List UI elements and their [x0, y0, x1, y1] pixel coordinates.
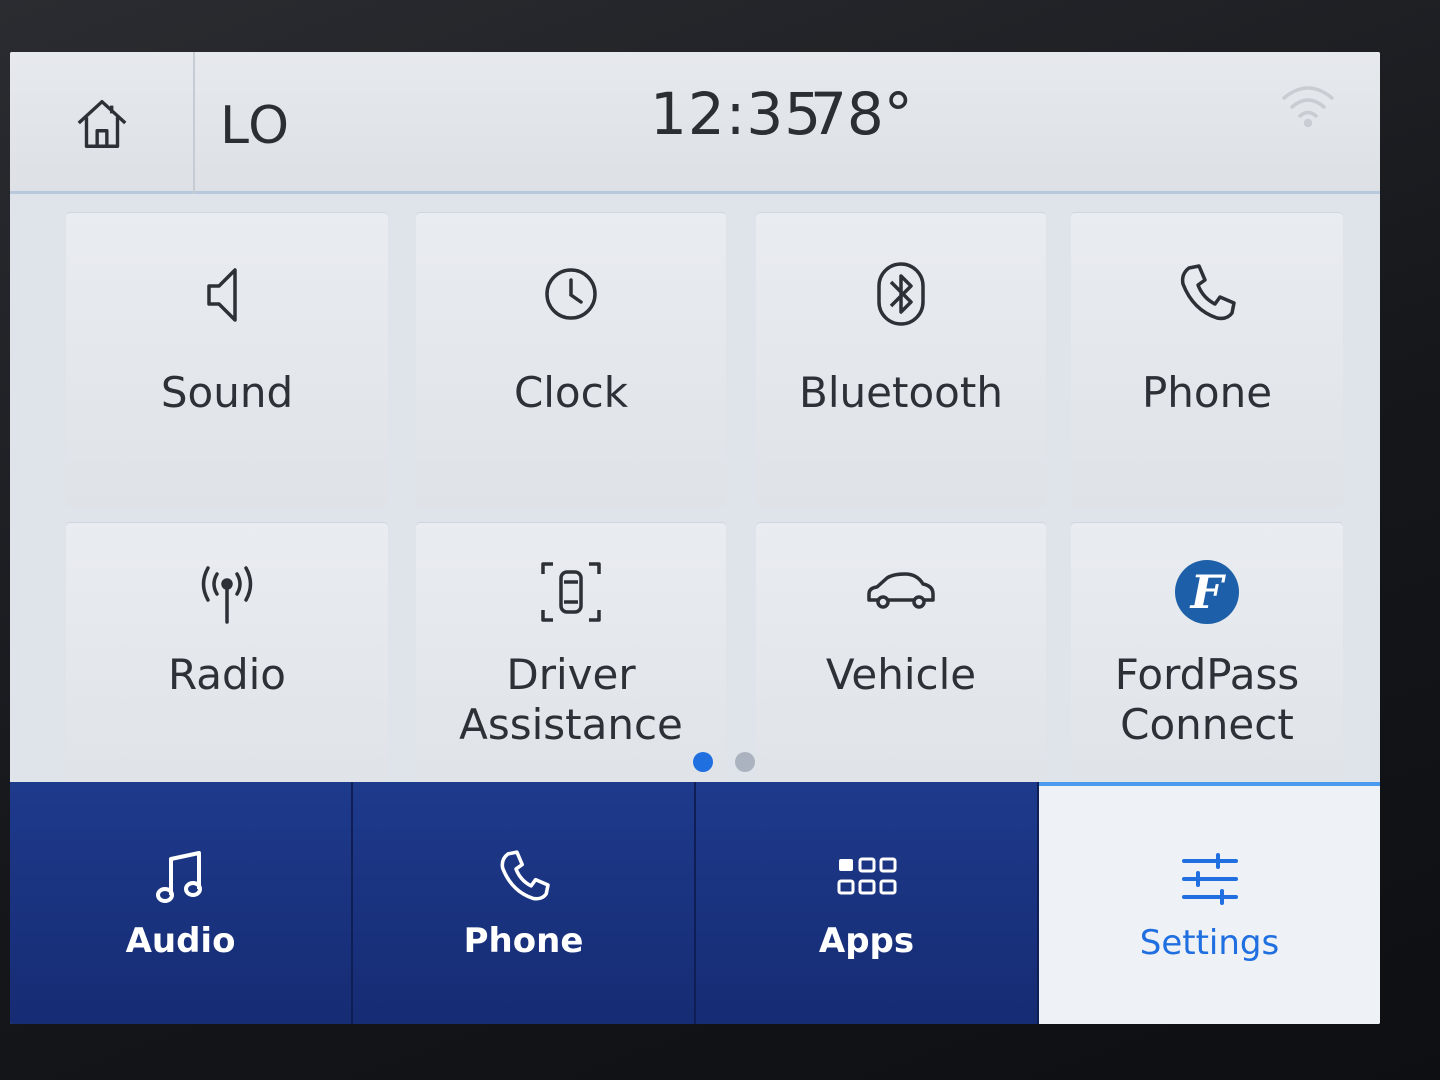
- driver-assist-icon: [541, 562, 601, 622]
- infotainment-screen: LO 12:35 78° Sound Clock Bluetooth Phone…: [10, 52, 1380, 1024]
- speaker-icon: [207, 268, 237, 322]
- tile-label: FordPass Connect: [1114, 650, 1300, 749]
- home-icon: [77, 99, 126, 148]
- settings-sliders-icon: [1181, 853, 1238, 905]
- climate-setting[interactable]: LO: [220, 96, 290, 156]
- settings-grid: Sound Clock Bluetooth Phone Radio Driver…: [66, 212, 1366, 802]
- clock-icon: [545, 268, 597, 320]
- phone-icon: [1180, 264, 1236, 321]
- nav-label: Settings: [1139, 923, 1280, 963]
- music-note-icon: [155, 851, 202, 903]
- screen-bezel: LO 12:35 78° Sound Clock Bluetooth Phone…: [0, 0, 1440, 1080]
- bluetooth-icon: [877, 262, 925, 326]
- fordpass-logo-icon: F: [1175, 560, 1239, 624]
- home-button[interactable]: [10, 52, 195, 194]
- tile-bluetooth[interactable]: Bluetooth: [756, 212, 1046, 508]
- tile-clock[interactable]: Clock: [416, 212, 726, 508]
- tile-label: Bluetooth: [799, 368, 1003, 417]
- tile-fordpass-connect[interactable]: F FordPass Connect: [1071, 522, 1343, 802]
- apps-grid-icon: [837, 857, 896, 895]
- phone-icon: [500, 850, 550, 901]
- tile-label: Vehicle: [825, 650, 977, 699]
- tile-phone[interactable]: Phone: [1071, 212, 1343, 508]
- tile-vehicle[interactable]: Vehicle: [756, 522, 1046, 802]
- tile-sound[interactable]: Sound: [66, 212, 388, 508]
- page-dot-1[interactable]: [693, 752, 713, 772]
- radio-antenna-icon: [201, 566, 253, 624]
- nav-label: Phone: [463, 921, 584, 961]
- tile-radio[interactable]: Radio: [66, 522, 388, 802]
- car-icon: [867, 572, 935, 609]
- nav-audio[interactable]: Audio: [10, 782, 353, 1024]
- nav-phone[interactable]: Phone: [353, 782, 696, 1024]
- tile-label: Sound: [160, 368, 294, 417]
- page-indicator: [693, 752, 755, 772]
- nav-settings[interactable]: Settings: [1039, 782, 1380, 1024]
- outside-temperature: 78°: [810, 80, 913, 148]
- wifi-icon: [1282, 86, 1334, 128]
- nav-label: Apps: [818, 921, 915, 961]
- nav-label: Audio: [125, 921, 236, 961]
- tile-label: Driver Assistance: [459, 650, 683, 749]
- bottom-nav-bar: Audio Phone Apps Settings: [10, 782, 1380, 1024]
- page-dot-2[interactable]: [735, 752, 755, 772]
- tile-label: Radio: [167, 650, 287, 699]
- status-bar: LO 12:35 78°: [10, 52, 1380, 194]
- clock-display: 12:35: [650, 80, 823, 148]
- tile-label: Phone: [1141, 368, 1273, 417]
- tile-label: Clock: [513, 368, 629, 417]
- tile-driver-assistance[interactable]: Driver Assistance: [416, 522, 726, 802]
- nav-apps[interactable]: Apps: [696, 782, 1039, 1024]
